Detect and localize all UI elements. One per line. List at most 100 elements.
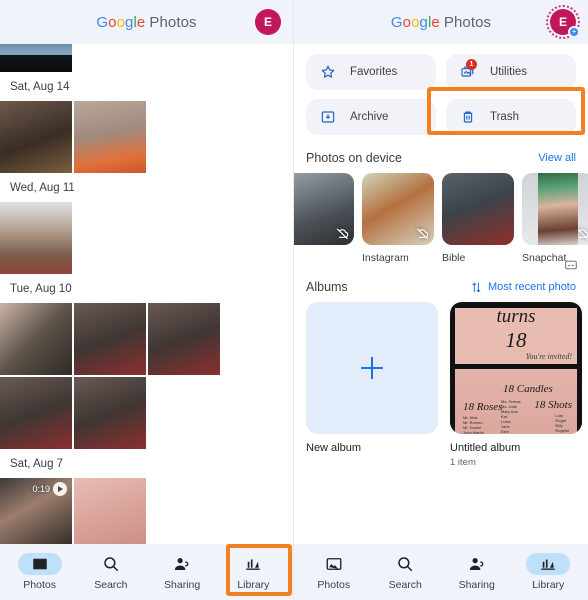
device-folder-thumb[interactable] — [442, 173, 514, 245]
invite-shots: 18 Shots — [534, 399, 572, 411]
video-couple[interactable]: 0:19 — [0, 478, 72, 544]
nav-item-sharing[interactable]: Sharing — [149, 553, 215, 591]
device-folder-label: Bible — [442, 252, 466, 264]
albums-sort-button[interactable]: Most recent photo — [470, 281, 576, 294]
nav-pill-photos — [312, 553, 356, 575]
play-icon — [53, 482, 67, 496]
chip-label: Utilities — [490, 66, 528, 78]
photo-group-1[interactable] — [74, 303, 146, 375]
photo-collage[interactable] — [0, 303, 72, 375]
chip-label: Favorites — [350, 66, 398, 78]
star-icon — [320, 64, 336, 80]
chip-trash[interactable]: Trash — [446, 99, 576, 135]
date-header: Tue, Aug 10 — [10, 283, 72, 295]
nav-label: Photos — [317, 579, 351, 591]
device-folder-thumb[interactable] — [294, 173, 354, 245]
chip-favorites[interactable]: Favorites — [306, 54, 436, 90]
search-icon — [398, 557, 413, 572]
screen-root: Google Photos E Sat, Aug 14 Wed, Aug 11 T… — [0, 0, 588, 600]
photo-invite-pink[interactable] — [74, 478, 146, 544]
nav-item-photos[interactable]: Photos — [301, 553, 367, 591]
album-untitled[interactable]: turns 18 You're invited! 18 Roses 18 Can… — [450, 302, 582, 468]
album-title: Untitled album — [450, 442, 521, 454]
nav-label: Photos — [23, 579, 56, 591]
utilities-badge: 1 — [466, 59, 477, 70]
sort-icon — [470, 281, 483, 294]
view-all-label: View all — [538, 152, 576, 164]
backup-off-icon — [335, 226, 350, 241]
left-app-bar: Google Photos E — [0, 0, 293, 44]
photos-icon — [32, 558, 47, 570]
nav-item-sharing[interactable]: Sharing — [444, 553, 510, 591]
invite-roses: 18 Roses — [463, 401, 503, 413]
invite-line1: turns — [496, 306, 536, 327]
photos-on-device-header: Photos on device View all — [294, 139, 588, 173]
device-folder-item[interactable]: Bible — [442, 173, 514, 264]
left-bottom-nav: Photos Search Sharing Library — [0, 544, 293, 600]
avatar[interactable]: E — [255, 9, 281, 35]
nav-label: Sharing — [164, 579, 201, 591]
left-photo-scroll[interactable]: Sat, Aug 14 Wed, Aug 11 Tue, Aug 10 Sat,… — [0, 44, 293, 544]
avatar-plus-badge-icon: + — [568, 26, 580, 38]
avatar-with-badge[interactable]: E + — [546, 5, 580, 39]
nav-item-library[interactable]: Library — [220, 553, 286, 591]
view-all-link[interactable]: View all — [538, 152, 576, 164]
quick-access-chips: Favorites 1 Utilities Archive Trash — [294, 44, 588, 139]
nav-pill-library — [231, 553, 275, 575]
nav-item-library[interactable]: Library — [515, 553, 581, 591]
photo-mountain-sunset[interactable] — [0, 44, 72, 72]
photo-girl-peace-sign[interactable] — [74, 101, 146, 173]
nav-item-search[interactable]: Search — [78, 553, 144, 591]
photo-selfie[interactable] — [0, 202, 72, 274]
invite-line2: 18 — [505, 328, 527, 352]
device-folder-thumb[interactable] — [522, 173, 588, 245]
photo-group-3[interactable] — [0, 377, 72, 449]
trash-icon — [460, 109, 476, 125]
nav-pill-photos — [17, 553, 62, 575]
date-header: Wed, Aug 11 — [10, 182, 75, 194]
section-title: Photos on device — [306, 151, 402, 165]
nav-pill-search — [89, 553, 133, 575]
right-app-bar: Google Photos E + — [294, 0, 588, 44]
archive-icon — [320, 109, 336, 125]
photo-grid-partial — [0, 44, 293, 72]
nav-item-search[interactable]: Search — [372, 553, 438, 591]
photo-grid: 0:19 — [0, 478, 293, 544]
date-header: Sat, Aug 14 — [10, 81, 70, 93]
photo-group-4[interactable] — [74, 377, 146, 449]
photo-grid — [0, 202, 293, 274]
photo-grid — [0, 101, 293, 173]
sort-label: Most recent photo — [487, 281, 576, 293]
device-folder-row[interactable]: Instagram Bible Snapchat — [294, 173, 588, 264]
brand-word: Photos — [443, 13, 492, 31]
photo-church[interactable] — [0, 101, 72, 173]
section-title: Albums — [306, 280, 348, 294]
album-new[interactable]: New album — [306, 302, 438, 468]
chip-utilities[interactable]: 1 Utilities — [446, 54, 576, 90]
chip-archive[interactable]: Archive — [306, 99, 436, 135]
caption-icon — [564, 258, 578, 272]
device-folder-thumb[interactable] — [362, 173, 434, 245]
backup-off-icon — [575, 226, 588, 241]
albums-header: Albums Most recent photo — [294, 264, 588, 302]
nav-label: Library — [237, 579, 270, 591]
device-folder-label: Instagram — [362, 252, 409, 264]
search-icon — [104, 557, 119, 572]
nav-item-photos[interactable]: Photos — [7, 553, 73, 591]
device-folder-item[interactable]: Instagram — [362, 173, 434, 264]
right-pane-library-view: Google Photos E + Favorites 1 Utilities … — [294, 0, 588, 600]
album-subtitle: 1 item — [450, 457, 476, 468]
invite-lower-panel: 18 Roses 18 Candles 18 Shots Mr. Nick Mr.… — [455, 369, 577, 434]
new-album-tile[interactable] — [306, 302, 438, 434]
photos-icon — [326, 558, 342, 570]
photo-group-2[interactable] — [148, 303, 220, 375]
device-folder-item[interactable]: Snapchat — [522, 173, 588, 264]
backup-off-icon — [415, 226, 430, 241]
device-folder-item[interactable] — [294, 173, 354, 264]
library-icon — [541, 559, 555, 570]
album-cover-thumb[interactable]: turns 18 You're invited! 18 Roses 18 Can… — [450, 302, 582, 434]
nav-pill-search — [383, 553, 427, 575]
invite-names-3: LuisRogerBillyRogelioNinoCarlo — [555, 413, 569, 434]
nav-label: Search — [94, 579, 128, 591]
video-duration: 0:19 — [32, 484, 50, 494]
